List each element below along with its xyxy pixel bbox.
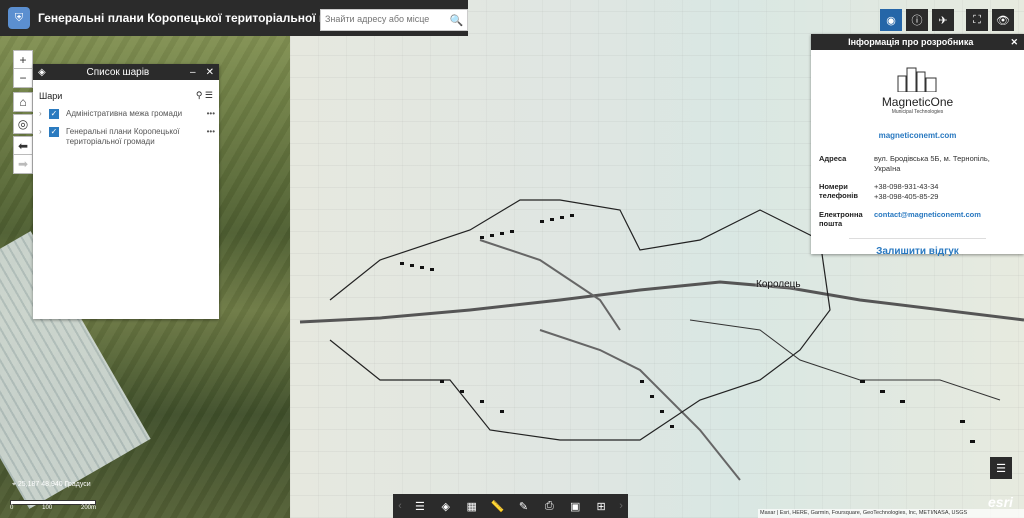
more-options-icon[interactable]: ••• [207, 109, 215, 118]
zoom-in-button[interactable]: + [13, 50, 33, 70]
legend-list-icon[interactable]: ☰ [407, 500, 433, 513]
info-eye-icon: ◉ [886, 14, 896, 27]
coordinates-value: 25,187 48,940 Градуси [17, 481, 91, 488]
layer-list-panel: ◈ Список шарів – ✕ Шари ⚲ ☰ › ✓ Адмініст… [33, 64, 219, 319]
visibility-button[interactable]: 👁 [992, 9, 1014, 31]
draw-icon[interactable]: ✎ [511, 500, 537, 513]
layers-toolbar: Шари ⚲ ☰ [33, 80, 219, 105]
search-icon[interactable]: 🔍 [446, 10, 467, 30]
layers-icon: ◈ [38, 66, 46, 78]
phone-1: +38-098-931-43-34 [874, 182, 939, 191]
bookmark-icon[interactable]: ▣ [562, 500, 588, 513]
secondary-road [479, 239, 621, 331]
arrow-left-icon: ⬅ [17, 139, 29, 153]
coat-of-arms-icon: ⛨ [8, 7, 30, 29]
arrow-right-icon: ➡ [17, 157, 29, 171]
brand-tagline: Municipal Technologies [891, 109, 944, 115]
secondary-road [539, 329, 741, 481]
esri-logo: esri [988, 494, 1013, 510]
home-button[interactable]: ⌂ [13, 92, 33, 112]
layer-item[interactable]: › ✓ Генеральні плани Коропецької територ… [33, 123, 219, 151]
close-button[interactable]: ✕ [206, 67, 214, 78]
row-key: Електронна пошта [819, 210, 863, 228]
divider [849, 238, 986, 239]
info-panel-header: Інформація про розробника ✕ [811, 34, 1024, 50]
home-icon: ⌂ [19, 95, 27, 109]
locate-button[interactable]: ◎ [13, 114, 33, 134]
fullscreen-button[interactable]: ⛶ [966, 9, 988, 31]
more-options-icon[interactable]: ••• [207, 127, 215, 136]
info-panel-title: Інформація про розробника [848, 37, 974, 47]
website-link[interactable]: magneticonemt.com [811, 131, 1024, 140]
legend-icon: ☰ [996, 462, 1006, 475]
print-icon[interactable]: ⎙ [536, 500, 562, 513]
scroll-right-icon[interactable]: › [614, 500, 628, 512]
minimize-button[interactable]: – [190, 67, 196, 78]
phone-2: +38-098-405-85-29 [874, 192, 939, 201]
map-pin-icon: ✈ [938, 14, 948, 27]
measure-icon[interactable]: 📏 [485, 500, 511, 513]
layer-list-header: ◈ Список шарів – ✕ [33, 64, 219, 80]
feedback-link[interactable]: Залишити відгук [811, 246, 1024, 257]
eye-icon: 👁 [996, 14, 1010, 27]
fullscreen-icon: ⛶ [973, 13, 981, 26]
info-icon: ⓘ [911, 15, 923, 27]
scale-label: 0 [10, 505, 14, 511]
info-row-address: Адреса вул. Бродівська 5Б, м. Тернопіль,… [819, 154, 1016, 174]
place-label: Королець [756, 279, 801, 290]
filter-icon[interactable]: ☰ [205, 90, 213, 100]
plus-icon: + [19, 53, 27, 67]
info-row-phone: Номери телефонів +38-098-931-43-34 +38-0… [819, 182, 1016, 202]
row-value: +38-098-931-43-34 +38-098-405-85-29 [874, 182, 1016, 202]
previous-extent-button[interactable]: ⬅ [13, 136, 33, 156]
scale-bar: 0 100 200m [10, 500, 96, 514]
zoom-out-button[interactable]: − [13, 68, 33, 88]
layer-list-title: Список шарів [86, 66, 150, 78]
info-row-email: Електронна пошта contact@magneticonemt.c… [819, 210, 1016, 228]
next-extent-button[interactable]: ➡ [13, 154, 33, 174]
brand-name: MagneticOne [881, 95, 954, 109]
coordinates-readout: ⌖ 25,187 48,940 Градуси [12, 481, 91, 488]
email-link[interactable]: contact@magneticonemt.com [874, 210, 1016, 228]
developer-info-button[interactable]: ◉ [880, 9, 902, 31]
layer-checkbox[interactable]: ✓ [49, 109, 59, 119]
scale-label: 200m [80, 505, 96, 511]
search-box: 🔍 [320, 9, 468, 31]
city-skyline-icon [897, 67, 936, 93]
search-input[interactable] [321, 10, 446, 28]
layer-label: Адміністративна межа громади [66, 109, 183, 118]
legend-button[interactable]: ☰ [990, 457, 1012, 479]
layers-section-label: Шари [39, 90, 63, 101]
attribution: Maxar | Esri, HERE, Garmin, Foursquare, … [758, 509, 1024, 518]
layer-label: Генеральні плани Коропецької територіаль… [66, 127, 180, 146]
plan-boundary [329, 199, 831, 441]
expand-icon[interactable]: › [39, 127, 49, 136]
close-button[interactable]: ✕ [1010, 37, 1018, 48]
row-key: Номери телефонів [819, 182, 858, 200]
search-icon[interactable]: ⚲ [196, 90, 203, 100]
scroll-left-icon[interactable]: ‹ [393, 500, 407, 512]
row-key: Адреса [819, 154, 847, 163]
main-road [299, 280, 1024, 324]
developer-logo: MagneticOne Municipal Technologies [811, 64, 1024, 115]
layer-item[interactable]: › ✓ Адміністративна межа громади ••• [33, 105, 219, 123]
scale-label: 100 [42, 505, 53, 511]
layers-icon[interactable]: ◈ [433, 500, 459, 513]
basemap-button[interactable]: ✈ [932, 9, 954, 31]
about-button[interactable]: ⓘ [906, 9, 928, 31]
locate-icon: ◎ [17, 117, 29, 131]
developer-info-panel: Інформація про розробника ✕ MagneticOne … [811, 34, 1024, 257]
expand-icon[interactable]: › [39, 109, 49, 118]
basemap-gallery-icon[interactable]: ▦ [459, 500, 485, 513]
minus-icon: − [19, 71, 27, 85]
share-icon[interactable]: ⊞ [588, 500, 614, 513]
layer-checkbox[interactable]: ✓ [49, 127, 59, 137]
row-value: вул. Бродівська 5Б, м. Тернопіль, Україн… [874, 154, 990, 173]
bottom-toolbar: ‹ ☰ ◈ ▦ 📏 ✎ ⎙ ▣ ⊞ › [393, 494, 628, 518]
